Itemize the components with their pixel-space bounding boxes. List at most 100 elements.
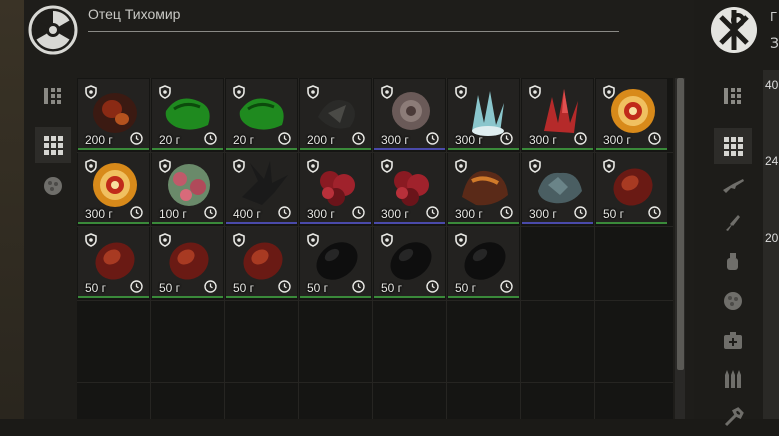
grid-line <box>224 78 225 419</box>
item-cell[interactable]: 300 г <box>78 153 149 224</box>
right-artifacts-tab[interactable] <box>714 283 752 319</box>
item-rarity-line <box>152 296 223 298</box>
shield-icon <box>529 159 541 173</box>
grid-line <box>446 78 447 419</box>
clock-icon <box>278 206 291 219</box>
item-rarity-line <box>226 222 297 224</box>
item-price: 400 г <box>233 207 261 221</box>
item-cell[interactable]: 300 г <box>374 153 445 224</box>
item-rarity-line <box>78 296 149 298</box>
artifact-category-tab[interactable] <box>35 168 71 204</box>
item-price: 50 г <box>307 281 329 295</box>
item-rarity-line <box>522 148 593 150</box>
item-cell[interactable]: 20 г <box>226 79 297 150</box>
shield-icon <box>85 233 97 247</box>
item-cell[interactable]: 100 г <box>152 153 223 224</box>
item-price: 50 г <box>233 281 255 295</box>
ammo-icon <box>725 370 741 388</box>
item-cell[interactable]: 50 г <box>152 227 223 298</box>
shield-icon <box>381 85 393 99</box>
item-cell[interactable]: 200 г <box>78 79 149 150</box>
item-cell[interactable]: 300 г <box>596 79 667 150</box>
shield-icon <box>85 85 97 99</box>
clock-icon <box>352 132 365 145</box>
chi-rho-icon <box>711 7 757 53</box>
right-grenades-tab[interactable] <box>714 243 752 279</box>
item-cell[interactable]: 300 г <box>522 79 593 150</box>
item-price: 300 г <box>529 207 557 221</box>
shield-icon <box>85 159 97 173</box>
scrollbar-thumb[interactable] <box>677 78 684 370</box>
grid-line <box>298 78 299 419</box>
item-rarity-line <box>374 148 445 150</box>
shield-icon <box>307 233 319 247</box>
clock-icon <box>500 280 513 293</box>
item-cell[interactable]: 300 г <box>522 153 593 224</box>
trader-name: Отец Тихомир <box>88 6 181 22</box>
item-cell[interactable]: 50 г <box>374 227 445 298</box>
right-ammo-tab[interactable] <box>714 361 752 397</box>
clock-icon <box>278 280 291 293</box>
right-tools-tab[interactable] <box>714 400 752 436</box>
item-cell[interactable]: 300 г <box>448 79 519 150</box>
clock-icon <box>426 132 439 145</box>
right-melee-tab[interactable] <box>714 205 752 241</box>
item-cell[interactable]: 400 г <box>226 153 297 224</box>
item-cell[interactable]: 50 г <box>78 227 149 298</box>
item-price: 50 г <box>381 281 403 295</box>
item-rarity-line <box>226 148 297 150</box>
item-cell[interactable]: 50 г <box>226 227 297 298</box>
item-cell[interactable]: 50 г <box>448 227 519 298</box>
shield-icon <box>603 159 615 173</box>
item-rarity-line <box>448 296 519 298</box>
clock-icon <box>278 132 291 145</box>
grid-line <box>77 300 673 301</box>
item-rarity-line <box>152 148 223 150</box>
item-cell[interactable]: 200 г <box>300 79 371 150</box>
player-name-fragment: Г <box>770 10 778 24</box>
clock-icon <box>130 280 143 293</box>
shield-icon <box>307 85 319 99</box>
grid-view-icon <box>724 137 743 156</box>
grid-line <box>372 78 373 419</box>
item-price: 20 г <box>233 133 255 147</box>
clock-icon <box>648 206 661 219</box>
clock-icon <box>352 206 365 219</box>
shield-icon <box>455 85 467 99</box>
item-cell[interactable]: 300 г <box>374 79 445 150</box>
item-rarity-line <box>448 148 519 150</box>
item-price: 300 г <box>381 207 409 221</box>
grid-line <box>150 78 151 419</box>
grid-view-tab[interactable] <box>35 127 71 163</box>
right-grid-view-tab[interactable] <box>714 128 752 164</box>
right-sort-list-tab[interactable] <box>714 78 752 114</box>
item-price: 300 г <box>381 133 409 147</box>
clock-icon <box>204 280 217 293</box>
item-cell[interactable]: 50 г <box>596 153 667 224</box>
clock-icon <box>130 206 143 219</box>
clock-icon <box>204 132 217 145</box>
shield-icon <box>381 159 393 173</box>
artifact-icon <box>724 292 742 310</box>
item-price: 100 г <box>159 207 187 221</box>
item-cell[interactable]: 20 г <box>152 79 223 150</box>
sort-list-tab[interactable] <box>35 78 71 114</box>
item-rarity-line <box>300 148 371 150</box>
item-cell[interactable]: 50 г <box>300 227 371 298</box>
item-price: 50 г <box>159 281 181 295</box>
item-cell[interactable]: 300 г <box>300 153 371 224</box>
grid-line <box>520 78 521 419</box>
sort-list-icon <box>724 88 741 104</box>
right-medical-tab[interactable] <box>714 323 752 359</box>
clock-icon <box>426 206 439 219</box>
shield-icon <box>455 159 467 173</box>
right-weapons-tab[interactable] <box>714 168 752 204</box>
item-rarity-line <box>78 148 149 150</box>
item-cell[interactable]: 300 г <box>448 153 519 224</box>
artifact-category-icon <box>44 177 62 195</box>
player-item-value: 20 <box>765 231 779 245</box>
shield-icon <box>159 159 171 173</box>
item-price: 50 г <box>603 207 625 221</box>
sort-list-icon <box>44 88 61 104</box>
player-sub-fragment: З <box>770 36 779 52</box>
